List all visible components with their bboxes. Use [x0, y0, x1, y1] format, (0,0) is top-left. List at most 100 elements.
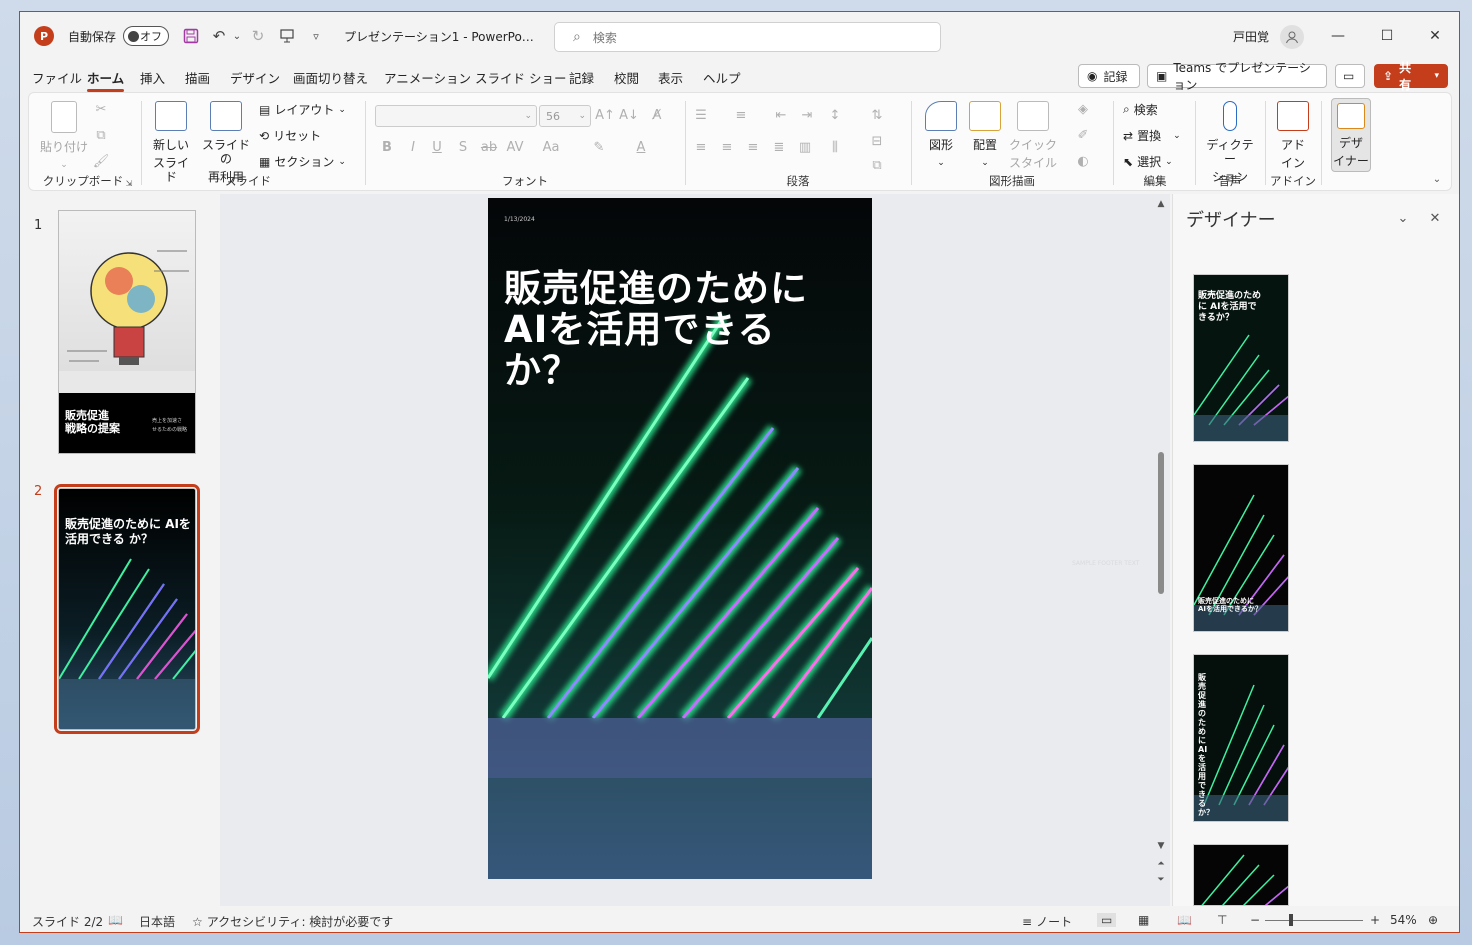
tab-home[interactable]: ホーム: [87, 68, 125, 92]
language-indicator[interactable]: 日本語: [139, 913, 175, 930]
layout-button[interactable]: ▤ レイアウト ⌄: [259, 101, 346, 118]
search-box[interactable]: ⌕ 検索: [554, 22, 941, 52]
design-suggestion-3[interactable]: 販売促進のために AIを活用できるか？: [1193, 654, 1289, 822]
maximize-icon[interactable]: ☐: [1367, 24, 1407, 48]
quick-styles-button[interactable]: クイック スタイル: [1009, 101, 1057, 170]
format-painter-icon[interactable]: 🖌: [91, 151, 111, 171]
next-slide-icon[interactable]: ⏷: [1151, 870, 1171, 890]
shape-fill-icon[interactable]: ◈: [1073, 99, 1093, 119]
tab-design[interactable]: デザイン: [230, 68, 280, 87]
present-from-start-icon[interactable]: [276, 25, 298, 47]
slide-sorter-icon[interactable]: ▦: [1138, 913, 1149, 927]
undo-dropdown-icon[interactable]: ⌄: [226, 25, 248, 47]
user-name[interactable]: 戸田覚: [1233, 28, 1269, 45]
line-spacing-icon[interactable]: ↕: [825, 105, 845, 125]
share-button[interactable]: ⇪ 共有 ▾: [1374, 61, 1448, 92]
section-button[interactable]: ▦ セクション ⌄: [259, 153, 346, 170]
align-right-icon[interactable]: ≡: [743, 137, 763, 157]
shadow-icon[interactable]: S: [453, 137, 473, 157]
shape-outline-icon[interactable]: ✐: [1073, 125, 1093, 145]
tab-help[interactable]: ヘルプ: [703, 68, 741, 87]
redo-icon[interactable]: ↻: [247, 25, 269, 47]
tab-view[interactable]: 表示: [658, 68, 683, 87]
slide-title[interactable]: 販売促進のために AIを活用できる か？: [504, 268, 854, 391]
avatar-icon[interactable]: [1280, 25, 1304, 49]
designer-close-icon[interactable]: ✕: [1425, 208, 1445, 228]
underline-icon[interactable]: U: [427, 137, 447, 157]
spelling-icon[interactable]: 📖: [108, 913, 123, 927]
scrollbar-thumb[interactable]: [1158, 452, 1164, 594]
save-icon[interactable]: [180, 25, 202, 47]
design-suggestion-2[interactable]: 販売促進のために AIを活用できるか？: [1193, 464, 1289, 632]
align-center-icon[interactable]: ≡: [717, 137, 737, 157]
char-spacing-icon[interactable]: AV: [505, 137, 525, 157]
accessibility-status[interactable]: ☆ アクセシビリティ: 検討が必要です: [192, 913, 393, 930]
find-button[interactable]: ⌕ 検索: [1123, 101, 1158, 118]
autosave-toggle[interactable]: オフ: [123, 26, 169, 46]
tab-transitions[interactable]: 画面切り替え: [293, 68, 368, 87]
replace-button[interactable]: ⇄ 置換 ⌄: [1123, 127, 1181, 144]
cut-icon[interactable]: ✂: [91, 99, 111, 119]
grow-font-icon[interactable]: A↑: [595, 105, 615, 125]
reuse-slides-button[interactable]: スライドの 再利用: [201, 101, 251, 184]
tab-review[interactable]: 校閲: [614, 68, 639, 87]
distributed-icon[interactable]: ▥: [795, 137, 815, 157]
justify-icon[interactable]: ≣: [769, 137, 789, 157]
slide-thumbnail-2[interactable]: 販売促進のために AIを活用できる か？: [54, 484, 200, 734]
clipboard-launcher-icon[interactable]: ⇲: [119, 173, 139, 193]
increase-indent-icon[interactable]: ⇥: [797, 105, 817, 125]
bold-icon[interactable]: B: [377, 137, 397, 157]
dictate-button[interactable]: ディクテー ション: [1201, 101, 1259, 184]
italic-icon[interactable]: I: [403, 137, 423, 157]
zoom-in-icon[interactable]: +: [1370, 913, 1380, 927]
shrink-font-icon[interactable]: A↓: [619, 105, 639, 125]
tab-draw[interactable]: 描画: [185, 68, 210, 87]
normal-view-icon[interactable]: ▭: [1097, 913, 1117, 927]
zoom-out-icon[interactable]: −: [1250, 913, 1260, 927]
text-direction-icon[interactable]: ⇅: [867, 105, 887, 125]
tab-slideshow[interactable]: スライド ショー: [475, 68, 566, 87]
clear-format-icon[interactable]: A̸: [647, 105, 667, 125]
designer-button[interactable]: デザ イナー: [1331, 98, 1371, 172]
record-button[interactable]: ◉ 記録: [1078, 64, 1140, 88]
smartart-icon[interactable]: ⧉: [867, 155, 887, 175]
fit-to-window-icon[interactable]: ⊕: [1428, 913, 1438, 927]
highlight-icon[interactable]: ✎: [589, 137, 609, 157]
teams-present-button[interactable]: ▣ Teams でプレゼンテーション: [1147, 61, 1327, 92]
zoom-slider-knob[interactable]: [1289, 914, 1293, 926]
tab-insert[interactable]: 挿入: [140, 68, 165, 87]
paste-button[interactable]: 貼り付け ⌄: [39, 101, 89, 172]
minimize-icon[interactable]: —: [1318, 24, 1358, 48]
font-color-icon[interactable]: A: [631, 137, 651, 157]
close-icon[interactable]: ✕: [1415, 24, 1455, 48]
slideshow-view-icon[interactable]: ⊤: [1217, 913, 1227, 927]
ribbon-collapse-icon[interactable]: ⌄: [1427, 169, 1447, 189]
select-button[interactable]: ⬉ 選択 ⌄: [1123, 153, 1173, 170]
reset-button[interactable]: ⟲ リセット: [259, 127, 321, 144]
vertical-scrollbar[interactable]: ▲ ▼ ⏶ ⏷: [1154, 194, 1168, 906]
new-slide-button[interactable]: 新しい スライド: [149, 101, 193, 184]
comments-button[interactable]: ▭: [1335, 64, 1365, 88]
design-suggestion-4[interactable]: [1193, 844, 1289, 906]
decrease-indent-icon[interactable]: ⇤: [771, 105, 791, 125]
columns-icon[interactable]: ⫼: [825, 137, 845, 157]
design-suggestion-1[interactable]: 販売促進のために AIを活用できるか？: [1193, 274, 1289, 442]
font-size-select[interactable]: 56 ⌄: [539, 105, 591, 127]
shape-effects-icon[interactable]: ◐: [1073, 151, 1093, 171]
scroll-up-icon[interactable]: ▲: [1151, 194, 1171, 214]
font-family-select[interactable]: ⌄: [375, 105, 537, 127]
designer-options-icon[interactable]: ⌄: [1393, 208, 1413, 228]
tab-animations[interactable]: アニメーション: [384, 68, 471, 87]
numbering-icon[interactable]: ≡: [731, 105, 751, 125]
strikethrough-icon[interactable]: ab: [479, 137, 499, 157]
shapes-button[interactable]: 図形 ⌄: [921, 101, 961, 170]
slide-thumbnail-1[interactable]: 販売促進 戦略の提案 売上を加速さ せるための戦略: [58, 210, 196, 454]
addins-button[interactable]: アド イン: [1275, 101, 1311, 170]
tab-file[interactable]: ファイル: [32, 68, 82, 87]
change-case-icon[interactable]: Aa: [541, 137, 561, 157]
tab-record[interactable]: 記録: [569, 68, 594, 87]
align-left-icon[interactable]: ≡: [691, 137, 711, 157]
notes-button[interactable]: ≡ ノート: [1022, 913, 1072, 930]
customize-toolbar-icon[interactable]: ▿: [305, 25, 327, 47]
current-slide[interactable]: 1/13/2024 販売促進のために AIを活用できる か？: [488, 198, 872, 879]
